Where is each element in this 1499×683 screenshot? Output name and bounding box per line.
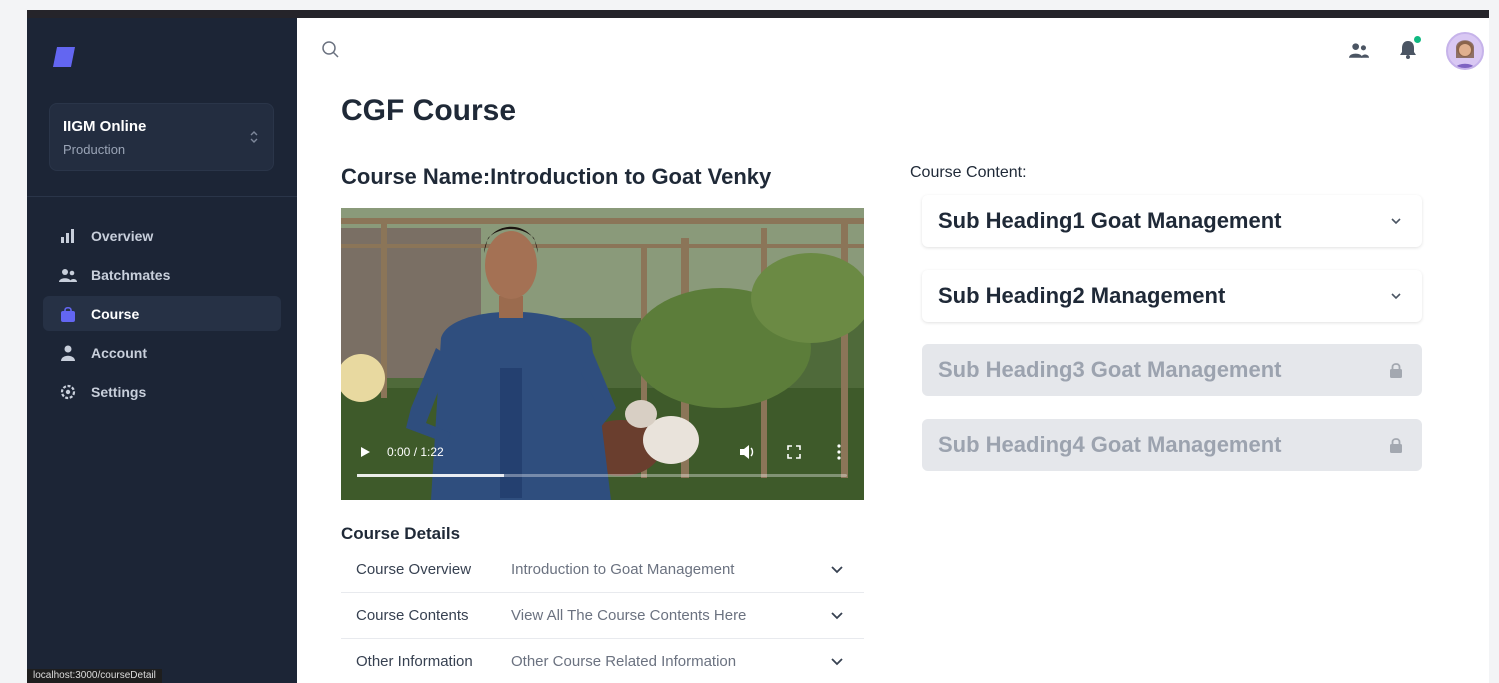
page-title: CGF Course bbox=[341, 94, 517, 127]
user-icon bbox=[59, 344, 77, 362]
lock-icon bbox=[1390, 363, 1402, 378]
notification-dot bbox=[1414, 36, 1421, 43]
logo-icon[interactable] bbox=[51, 44, 77, 70]
sidebar-item-label: Account bbox=[91, 344, 147, 361]
play-icon[interactable] bbox=[359, 446, 371, 458]
content-accordion-2[interactable]: Sub Heading2 Management bbox=[922, 270, 1422, 322]
detail-value: Introduction to Goat Management bbox=[511, 561, 735, 578]
sidebar-item-batchmates[interactable]: Batchmates bbox=[43, 257, 281, 292]
detail-row-contents[interactable]: Course Contents View All The Course Cont… bbox=[341, 593, 864, 639]
volume-icon[interactable] bbox=[739, 444, 755, 460]
course-name: Course Name:Introduction to Goat Venky bbox=[341, 164, 772, 189]
accordion-title: Sub Heading4 Goat Management bbox=[938, 432, 1282, 457]
video-progress-bar[interactable] bbox=[357, 474, 847, 477]
course-details-list: Course Overview Introduction to Goat Man… bbox=[341, 547, 864, 683]
tenant-switcher[interactable]: IIGM Online Production bbox=[49, 103, 274, 171]
more-vertical-icon[interactable] bbox=[837, 444, 841, 460]
content-accordion-4[interactable]: Sub Heading4 Goat Management bbox=[922, 419, 1422, 471]
detail-key: Other Information bbox=[356, 653, 473, 670]
bar-chart-icon bbox=[59, 227, 77, 245]
chevron-down-icon bbox=[831, 611, 843, 619]
detail-value: Other Course Related Information bbox=[511, 653, 737, 670]
content-accordion-1[interactable]: Sub Heading1 Goat Management bbox=[922, 195, 1422, 247]
video-timestamp: 0:00 / 1:22 bbox=[387, 445, 444, 459]
gear-icon bbox=[59, 383, 77, 401]
status-bar-url: localhost:3000/courseDetail bbox=[27, 669, 162, 683]
sidebar-item-label: Overview bbox=[91, 227, 154, 244]
video-player[interactable]: 0:00 / 1:22 bbox=[341, 208, 864, 500]
chevron-down-icon bbox=[1391, 218, 1401, 225]
content-accordion-3[interactable]: Sub Heading3 Goat Management bbox=[922, 344, 1422, 396]
detail-key: Course Contents bbox=[356, 607, 469, 624]
detail-value: View All The Course Contents Here bbox=[511, 607, 747, 624]
shopping-bag-icon bbox=[59, 305, 77, 323]
video-progress-fill bbox=[357, 474, 504, 477]
course-content-label: Course Content: bbox=[910, 164, 1027, 181]
course-details-title: Course Details bbox=[341, 524, 461, 543]
fullscreen-icon[interactable] bbox=[787, 445, 801, 459]
detail-row-overview[interactable]: Course Overview Introduction to Goat Man… bbox=[341, 547, 864, 593]
sidebar-item-course[interactable]: Course bbox=[43, 296, 281, 331]
search-icon[interactable] bbox=[321, 40, 341, 60]
sidebar: IIGM Online Production Overview Batchmat… bbox=[27, 18, 297, 683]
chevron-down-icon bbox=[831, 657, 843, 665]
detail-row-other-info[interactable]: Other Information Other Course Related I… bbox=[341, 639, 864, 683]
main-content: CGF Course Course Name:Introduction to G… bbox=[297, 18, 1489, 683]
avatar[interactable] bbox=[1446, 32, 1484, 70]
tenant-name: IIGM Online bbox=[63, 118, 147, 135]
accordion-title: Sub Heading3 Goat Management bbox=[938, 357, 1282, 382]
sidebar-item-settings[interactable]: Settings bbox=[43, 374, 281, 409]
sidebar-item-label: Batchmates bbox=[91, 266, 171, 283]
sidebar-item-label: Settings bbox=[91, 383, 147, 400]
chevron-down-icon bbox=[831, 565, 843, 573]
accordion-title: Sub Heading1 Goat Management bbox=[938, 208, 1282, 233]
sidebar-divider bbox=[27, 196, 297, 197]
sidebar-item-account[interactable]: Account bbox=[43, 335, 281, 370]
detail-key: Course Overview bbox=[356, 561, 472, 578]
sidebar-nav: Overview Batchmates Course Account Setti… bbox=[43, 218, 281, 413]
sidebar-item-label: Course bbox=[91, 305, 140, 322]
sidebar-item-overview[interactable]: Overview bbox=[43, 218, 281, 253]
chevron-down-icon bbox=[1391, 293, 1401, 300]
tenant-environment: Production bbox=[63, 142, 126, 157]
lock-icon bbox=[1390, 438, 1402, 453]
accordion-title: Sub Heading2 Management bbox=[938, 283, 1226, 308]
contacts-icon[interactable] bbox=[1349, 40, 1369, 60]
app-window: IIGM Online Production Overview Batchmat… bbox=[27, 10, 1489, 683]
chevron-up-down-icon bbox=[250, 131, 258, 143]
users-icon bbox=[59, 266, 77, 284]
window-top-bar bbox=[27, 10, 1489, 18]
